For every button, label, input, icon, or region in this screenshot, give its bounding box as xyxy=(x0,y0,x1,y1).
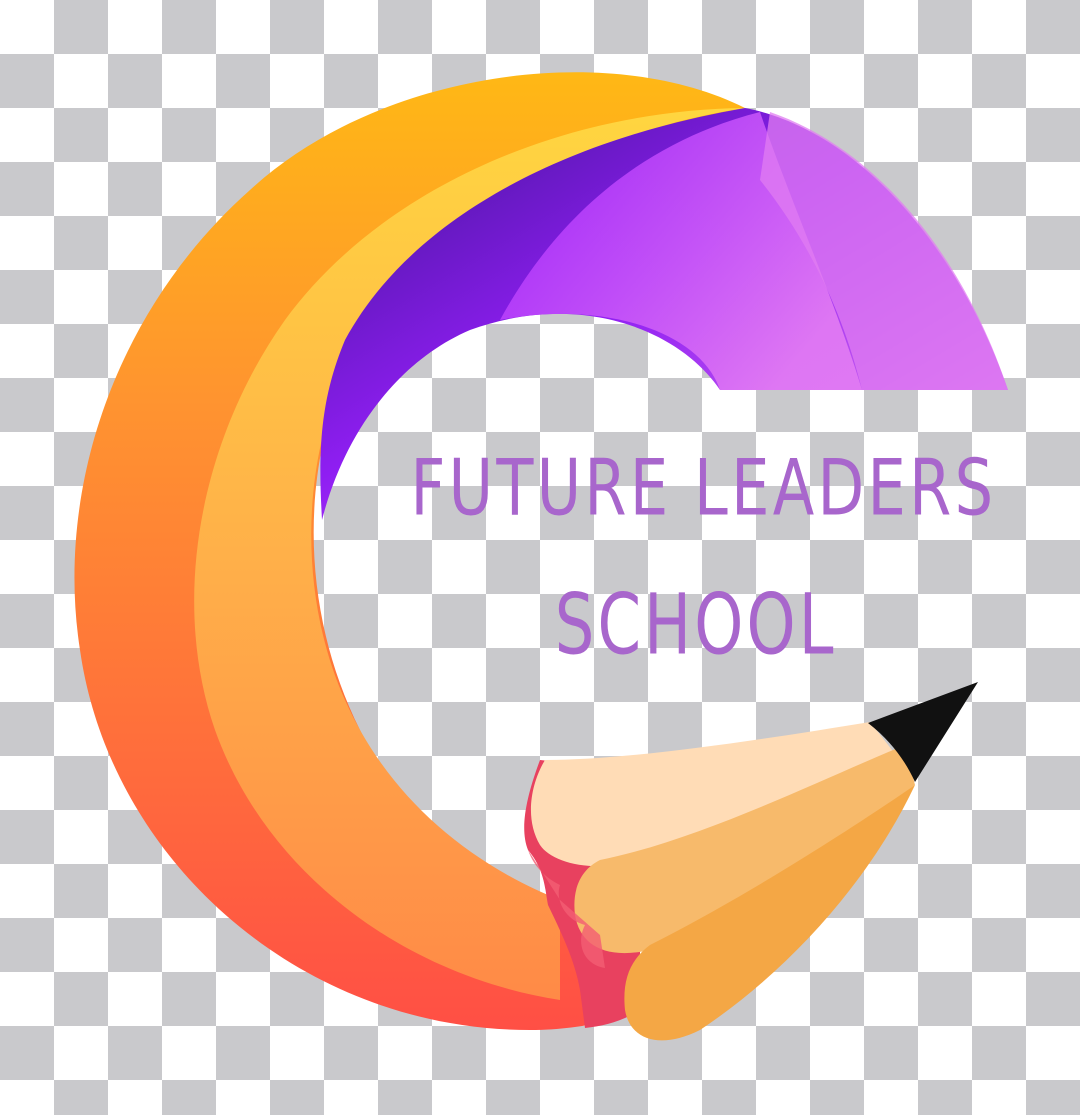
logo-text-line-2: SCHOOL xyxy=(554,575,837,674)
logo-text-line-1: FUTURE LEADERS xyxy=(410,442,997,534)
pencil-swirl-logo-icon xyxy=(74,72,1008,1041)
